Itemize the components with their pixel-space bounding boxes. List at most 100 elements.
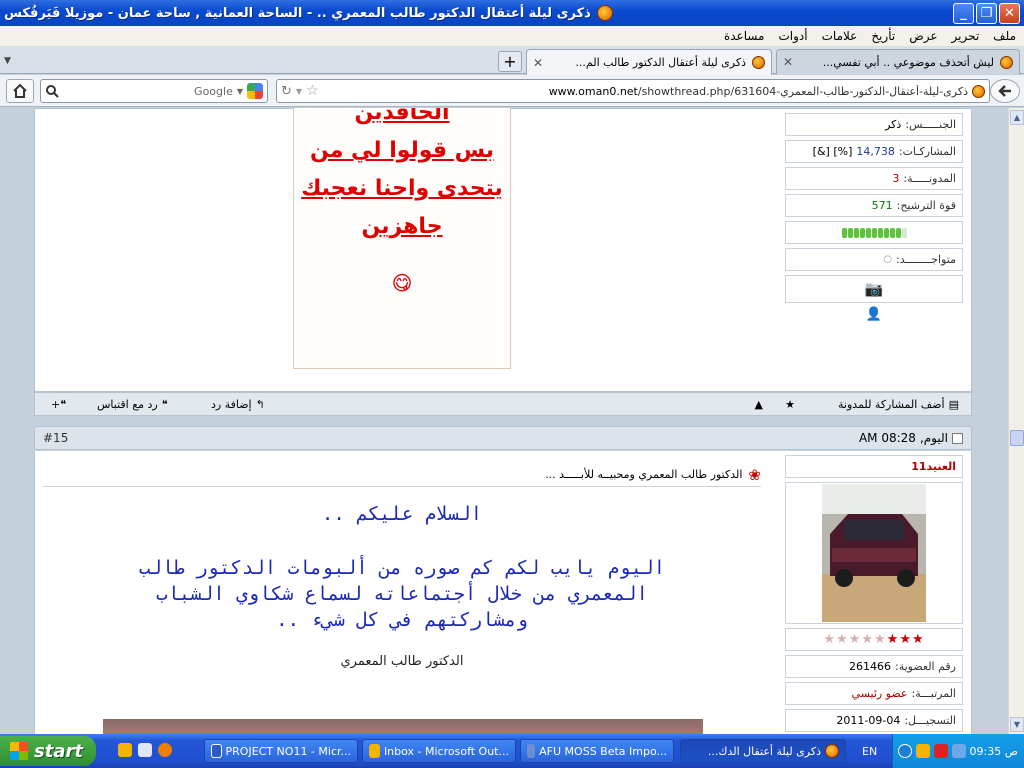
member-number-row: رقم العضوية: 261466 bbox=[785, 655, 963, 678]
blog-count[interactable]: 3 bbox=[892, 172, 899, 185]
navigation-bar: Google ▼ ↻ ▼ ☆ www.oman0.net/showthread.… bbox=[0, 75, 1024, 107]
menu-edit[interactable]: تحرير bbox=[952, 29, 980, 43]
quicklaunch-icon[interactable] bbox=[158, 743, 172, 757]
search-box[interactable]: Google ▼ bbox=[40, 79, 268, 103]
blog-row: المدونـــــة: 3 bbox=[785, 167, 963, 190]
windows-logo-icon bbox=[10, 742, 28, 760]
taskbar-item-label: AFU MOSS Beta Impo... bbox=[539, 744, 667, 758]
blog-label: المدونـــــة: bbox=[903, 172, 956, 185]
menu-file[interactable]: ملف bbox=[993, 29, 1016, 43]
post-title: الدكتور طالب المعمري ومحبيــه للأبـــــد… bbox=[545, 468, 743, 481]
search-icon[interactable] bbox=[45, 84, 59, 98]
tray-arrow-icon[interactable] bbox=[897, 744, 912, 758]
system-tray: ص 09:35 bbox=[892, 734, 1024, 768]
post-15: العنيد11 ★★★★★★★★ رقم العضوية: 261466 الم… bbox=[34, 451, 972, 734]
quicklaunch-icon[interactable] bbox=[138, 743, 152, 757]
maximize-button[interactable]: ❐ bbox=[976, 2, 997, 24]
taskbar-item-word[interactable]: PROJECT NO11 - Micr... bbox=[204, 739, 358, 763]
taskbar-item-firefox[interactable]: ذكرى ليلة أعتقال الدك... bbox=[680, 739, 846, 763]
add-to-blog-button[interactable]: ▤ أضف المشاركة للمدونة bbox=[838, 398, 959, 411]
outlook-icon bbox=[369, 744, 380, 758]
close-button[interactable]: ✕ bbox=[999, 2, 1020, 24]
menu-view[interactable]: عرض bbox=[909, 29, 937, 43]
scroll-thumb[interactable] bbox=[1010, 430, 1024, 446]
tab-current[interactable]: ذكرى ليلة أعتقال الدكتور طالب الم... ✕ bbox=[526, 49, 772, 75]
rating-stars: ★★★★★★★★ bbox=[823, 632, 924, 647]
taskbar-item-outlook[interactable]: Inbox - Microsoft Out... bbox=[362, 739, 516, 763]
tray-icon[interactable] bbox=[915, 744, 930, 758]
star-icon[interactable]: ★ bbox=[785, 398, 795, 411]
tab-label: ذكرى ليلة أعتقال الدكتور طالب الم... bbox=[575, 56, 746, 69]
post-15-header: #15 اليوم, 08:28 AM bbox=[34, 426, 972, 450]
smiley-icon: 😋 bbox=[391, 271, 413, 295]
url-history-dropdown-icon[interactable]: ▼ bbox=[296, 87, 302, 96]
avatar-box bbox=[785, 482, 963, 624]
clock[interactable]: ص 09:35 bbox=[970, 745, 1019, 758]
menu-tools[interactable]: أدوات bbox=[779, 29, 808, 43]
tab-close-icon[interactable]: ✕ bbox=[533, 56, 543, 70]
scroll-down-icon[interactable]: ▼ bbox=[1010, 717, 1024, 732]
username[interactable]: العنيد11 bbox=[911, 460, 956, 473]
vertical-scrollbar[interactable]: ▲ ▼ bbox=[1008, 108, 1024, 734]
home-button[interactable] bbox=[6, 79, 34, 103]
greeting-text: السلام عليكم .. bbox=[321, 503, 483, 525]
quick-launch bbox=[118, 743, 172, 757]
post-date: اليوم, bbox=[919, 431, 948, 445]
window-title: ذكرى ليلة أعتقال الدكتور طالب المعمري ..… bbox=[4, 5, 591, 21]
minimize-button[interactable]: _ bbox=[953, 2, 974, 24]
menu-bookmarks[interactable]: علامات bbox=[822, 29, 858, 43]
tab-close-icon[interactable]: ✕ bbox=[783, 55, 793, 69]
multi-quote-icon[interactable]: ❝+ bbox=[51, 398, 66, 411]
reload-icon[interactable]: ↻ bbox=[281, 84, 292, 99]
avatar[interactable] bbox=[822, 484, 926, 622]
taskbar-item-moss[interactable]: AFU MOSS Beta Impo... bbox=[520, 739, 674, 763]
post-title-row: ❀ الدكتور طالب المعمري ومحبيــه للأبــــ… bbox=[43, 463, 761, 487]
post-14: الحاقدين بس قولوا لي من يتحدى واحنا نعجب… bbox=[34, 108, 972, 392]
url-bar[interactable]: ↻ ▼ ☆ www.oman0.net/showthread.php/63160… bbox=[276, 79, 990, 103]
body-line: المعمري من خلال أجتماعاته لسماع شكاوي ال… bbox=[156, 583, 648, 605]
add-reply-button[interactable]: ↰ إضافة رد bbox=[211, 398, 265, 411]
url-text[interactable]: www.oman0.net/showthread.php/631604-ذكرى… bbox=[319, 85, 968, 98]
taskbar-item-label: Inbox - Microsoft Out... bbox=[383, 744, 509, 758]
quicklaunch-icon[interactable] bbox=[118, 743, 132, 757]
new-tab-button[interactable]: + bbox=[498, 51, 522, 72]
bookmark-star-icon[interactable]: ☆ bbox=[306, 83, 319, 99]
tab-other[interactable]: ليش أتحذف موضوعي .. أبي تفسي... ✕ bbox=[776, 49, 1020, 74]
tab-label: ليش أتحذف موضوعي .. أبي تفسي... bbox=[822, 55, 994, 69]
site-identity-icon[interactable] bbox=[972, 84, 985, 98]
menu-history[interactable]: تأريخ bbox=[871, 29, 895, 43]
rank-row: المرتبـــة: عضو رئيسي bbox=[785, 682, 963, 705]
report-icon[interactable]: ▲ bbox=[755, 398, 763, 411]
search-engine-dropdown-icon[interactable]: ▼ bbox=[237, 87, 243, 96]
star-empty-icon: ★ bbox=[861, 632, 874, 647]
posts-row: المشاركـات: 14,738 [%] [&] bbox=[785, 140, 963, 163]
moss-icon bbox=[527, 744, 536, 758]
menu-help[interactable]: مساعدة bbox=[724, 29, 765, 43]
gender-label: الجنـــــس: bbox=[905, 118, 956, 131]
firefox-icon bbox=[596, 5, 613, 21]
back-button[interactable] bbox=[990, 79, 1020, 103]
google-icon[interactable] bbox=[247, 83, 263, 99]
posts-count[interactable]: 14,738 bbox=[856, 145, 895, 158]
tab-list-dropdown-icon[interactable]: ▼ bbox=[4, 56, 11, 66]
rating-row: ★★★★★★★★ bbox=[785, 628, 963, 651]
start-button[interactable]: start bbox=[0, 736, 96, 766]
username-row: العنيد11 bbox=[785, 455, 963, 478]
language-indicator[interactable]: EN bbox=[862, 745, 877, 758]
scroll-up-icon[interactable]: ▲ bbox=[1010, 110, 1024, 125]
quote-reply-label: رد مع اقتباس bbox=[97, 397, 158, 411]
post-number[interactable]: #15 bbox=[43, 431, 68, 445]
member-number-label: رقم العضوية: bbox=[895, 660, 956, 673]
reputation-segment bbox=[871, 227, 877, 238]
reputation-value: 571 bbox=[871, 199, 893, 212]
reputation-bar-row bbox=[785, 221, 963, 244]
quote-reply-button[interactable]: ❝ رد مع اقتباس bbox=[97, 398, 168, 411]
network-icon[interactable] bbox=[951, 744, 966, 758]
post-checkbox[interactable] bbox=[952, 432, 963, 444]
member-number: 261466 bbox=[849, 660, 891, 673]
posts-extra[interactable]: [%] [&] bbox=[813, 145, 853, 158]
user-figure-icon[interactable]: 👤 bbox=[785, 307, 963, 322]
camera-icon[interactable]: 📷 bbox=[865, 280, 884, 298]
tray-icon[interactable] bbox=[933, 744, 948, 758]
menu-bar: ملف تحرير عرض تأريخ علامات أدوات مساعدة bbox=[0, 26, 1024, 46]
